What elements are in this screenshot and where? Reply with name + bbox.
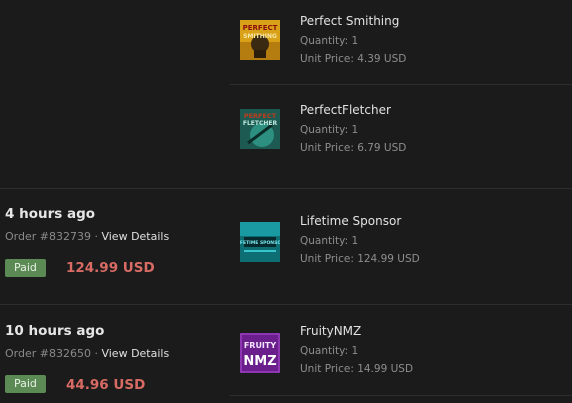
- order-total: 44.96 USD: [66, 377, 146, 393]
- view-details-link[interactable]: View Details: [101, 347, 169, 360]
- svg-text:PERFECT: PERFECT: [243, 24, 278, 32]
- perfect-smithing-thumbnail-icon[interactable]: PERFECT SMITHING: [240, 20, 280, 60]
- item-unit-price: Unit Price: 14.99 USD: [300, 363, 414, 375]
- order-separator: ·: [90, 230, 102, 243]
- order-divider: [0, 188, 572, 189]
- order-number-line: Order #832650 · View Details: [5, 347, 169, 360]
- item-name: Lifetime Sponsor: [300, 214, 402, 228]
- order-divider: [0, 304, 572, 305]
- lifetime-sponsor-thumbnail-icon[interactable]: LIFETIME SPONSOR: [240, 222, 280, 262]
- svg-text:FRUITY: FRUITY: [244, 341, 277, 350]
- item-name: PerfectFletcher: [300, 103, 391, 117]
- item-divider: [230, 395, 572, 396]
- order-number: Order #832739: [5, 230, 91, 243]
- svg-text:SMITHING: SMITHING: [243, 33, 277, 40]
- perfect-fletcher-thumbnail-icon[interactable]: PERFECT FLETCHER: [240, 109, 280, 149]
- order-time-ago: 4 hours ago: [5, 206, 96, 222]
- view-details-link[interactable]: View Details: [101, 230, 169, 243]
- order-time-ago: 10 hours ago: [5, 323, 105, 339]
- fruity-nmz-thumbnail-icon[interactable]: FRUITY NMZ: [240, 333, 280, 373]
- paid-status-badge: Paid: [5, 259, 46, 277]
- svg-text:NMZ: NMZ: [243, 354, 276, 369]
- svg-text:FLETCHER: FLETCHER: [243, 120, 278, 127]
- item-unit-price: Unit Price: 124.99 USD: [300, 253, 420, 265]
- item-name: Perfect Smithing: [300, 14, 400, 28]
- item-divider: [230, 84, 572, 85]
- item-quantity: Quantity: 1: [300, 235, 359, 247]
- svg-text:PERFECT: PERFECT: [244, 112, 277, 120]
- item-quantity: Quantity: 1: [300, 35, 359, 47]
- order-separator: ·: [90, 347, 102, 360]
- item-name: FruityNMZ: [300, 324, 362, 338]
- svg-text:LIFETIME SPONSOR: LIFETIME SPONSOR: [240, 240, 280, 246]
- order-total: 124.99 USD: [66, 260, 155, 276]
- item-quantity: Quantity: 1: [300, 345, 359, 357]
- order-number: Order #832650: [5, 347, 91, 360]
- paid-status-badge: Paid: [5, 375, 46, 393]
- order-number-line: Order #832739 · View Details: [5, 230, 169, 243]
- item-unit-price: Unit Price: 4.39 USD: [300, 53, 407, 65]
- item-unit-price: Unit Price: 6.79 USD: [300, 142, 407, 154]
- item-quantity: Quantity: 1: [300, 124, 359, 136]
